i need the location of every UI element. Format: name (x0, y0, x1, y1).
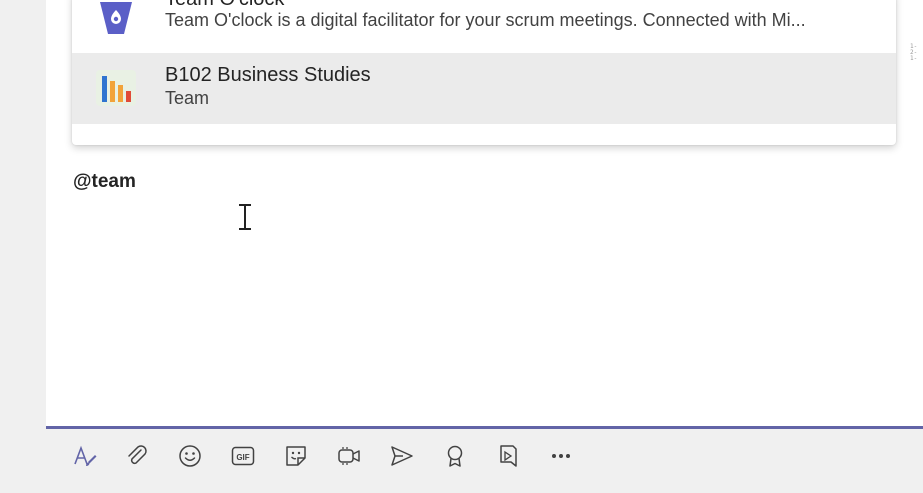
meet-now-icon (338, 447, 360, 465)
suggestion-title: B102 Business Studies (165, 64, 371, 86)
gif-button[interactable]: GIF (228, 441, 258, 471)
praise-icon (447, 445, 463, 467)
team-oclock-app-icon (100, 2, 132, 34)
format-button[interactable] (70, 441, 100, 471)
meet-now-button[interactable] (334, 441, 364, 471)
svg-text:GIF: GIF (236, 453, 249, 462)
mention-suggestion-popup: Team O'clock Team O'clock is a digital f… (72, 0, 896, 145)
left-gutter (0, 0, 46, 428)
suggestion-subtitle: Team (165, 88, 210, 108)
sticker-button[interactable] (281, 441, 311, 471)
attach-icon (128, 445, 147, 465)
schedule-send-icon (391, 446, 413, 466)
suggestion-subtitle: Team O'clock is a digital facilitator fo… (165, 10, 806, 30)
sticker-icon (286, 446, 306, 466)
attach-button[interactable] (122, 441, 152, 471)
suggestion-item-b102-business-studies[interactable]: B102 Business Studies Team (72, 53, 896, 124)
team-chart-icon (96, 70, 136, 106)
schedule-send-button[interactable] (387, 441, 417, 471)
format-icon (74, 445, 97, 466)
stream-icon (500, 445, 517, 467)
emoji-icon (179, 445, 201, 467)
more-options-icon (552, 454, 570, 458)
text-cursor-icon (239, 204, 251, 230)
emoji-button[interactable] (175, 441, 205, 471)
suggestion-item-team-oclock[interactable]: Team O'clock Team O'clock is a digital f… (72, 0, 896, 53)
compose-toolbar: GIF (46, 429, 923, 493)
stream-button[interactable] (493, 441, 523, 471)
mention-text: @team (73, 171, 136, 192)
praise-button[interactable] (440, 441, 470, 471)
more-options-button[interactable] (546, 441, 576, 471)
side-marks: 1- 2- 1- (910, 43, 918, 62)
gif-icon: GIF (231, 446, 255, 466)
